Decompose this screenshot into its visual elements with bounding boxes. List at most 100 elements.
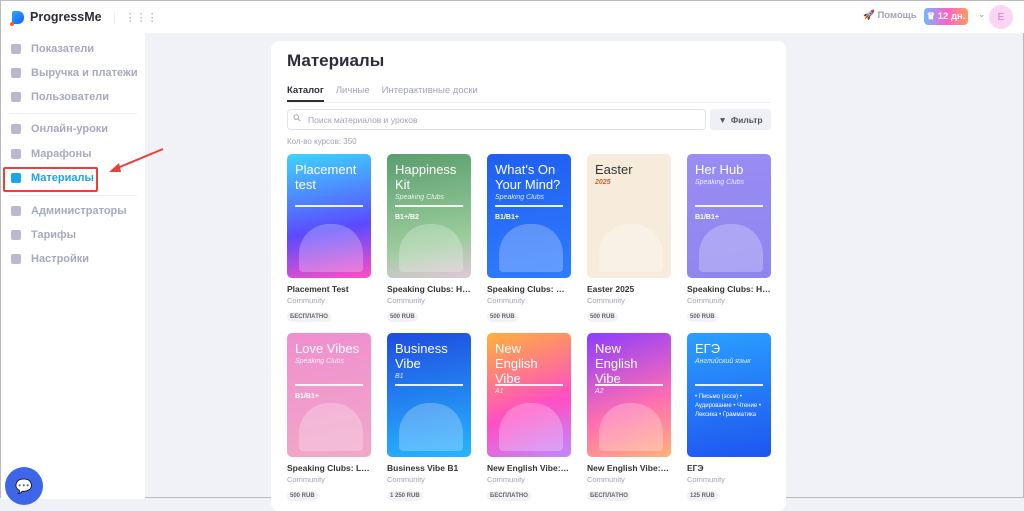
- cover-illustration: [299, 224, 363, 272]
- divider: [9, 113, 137, 114]
- sidebar-item[interactable]: Администраторы: [1, 201, 127, 221]
- sidebar-icon: [11, 206, 21, 216]
- material-card[interactable]: Love Vibes Speaking Clubs B1/B1+ Speakin…: [287, 333, 371, 502]
- card-title[interactable]: Speaking Clubs: Hap...: [387, 284, 471, 294]
- card-author: Community: [387, 296, 425, 305]
- divider: [595, 384, 663, 386]
- divider: [395, 384, 463, 386]
- sidebar-item[interactable]: Тарифы: [1, 225, 76, 245]
- card-cover[interactable]: Happiness Kit Speaking Clubs B1+/B2: [387, 154, 471, 278]
- cover-illustration: [599, 403, 663, 451]
- card-author: Community: [487, 475, 525, 484]
- price-badge: БЕСПЛАТНО: [287, 312, 331, 322]
- price-badge: 1 250 RUB: [387, 491, 423, 501]
- divider: [287, 102, 770, 103]
- divider: [695, 205, 763, 207]
- material-card[interactable]: Easter 2025 Easter 2025 Community 500 RU…: [587, 154, 671, 323]
- sidebar-icon: [11, 254, 21, 264]
- card-title[interactable]: New English Vibe: A2: [587, 463, 671, 473]
- card-author: Community: [687, 296, 725, 305]
- price-badge: БЕСПЛАТНО: [487, 491, 531, 501]
- card-author: Community: [687, 475, 725, 484]
- sidebar-item[interactable]: Онлайн-уроки: [1, 119, 108, 139]
- sidebar-icon: [11, 230, 21, 240]
- filter-button[interactable]: ▼ Фильтр: [710, 109, 771, 130]
- sidebar-icon: [11, 149, 21, 159]
- material-card[interactable]: New English Vibe A2 New English Vibe: A2…: [587, 333, 671, 502]
- sidebar-item[interactable]: Марафоны: [1, 144, 92, 164]
- trial-badge[interactable]: ♛ 12 дн.: [924, 8, 968, 25]
- card-title[interactable]: Speaking Clubs: Lov...: [287, 463, 371, 473]
- card-cover[interactable]: ЕГЭ Английский язык • Письмо (эссе) • Ау…: [687, 333, 771, 457]
- materials-panel: Материалы Каталог Личные Интерактивные д…: [271, 41, 786, 511]
- card-cover[interactable]: Her Hub Speaking Clubs B1/B1+: [687, 154, 771, 278]
- material-card[interactable]: ЕГЭ Английский язык • Письмо (эссе) • Ау…: [687, 333, 771, 502]
- sidebar-item[interactable]: Настройки: [1, 249, 89, 269]
- material-card[interactable]: New English Vibe A1 New English Vibe: A1…: [487, 333, 571, 502]
- tab-boards[interactable]: Интерактивные доски: [382, 85, 478, 102]
- card-title[interactable]: Speaking Clubs: Her...: [687, 284, 771, 294]
- divider: [395, 205, 463, 207]
- filter-icon: ▼: [718, 114, 727, 125]
- material-card[interactable]: Her Hub Speaking Clubs B1/B1+ Speaking C…: [687, 154, 771, 323]
- cover-illustration: [699, 224, 763, 272]
- card-author: Community: [587, 475, 625, 484]
- card-cover[interactable]: New English Vibe A2: [587, 333, 671, 457]
- chat-button[interactable]: 💬: [5, 467, 43, 505]
- material-card[interactable]: Business Vibe B1 Business Vibe B1 Commun…: [387, 333, 471, 502]
- logo[interactable]: ProgressMe: [10, 10, 102, 26]
- logo-icon: [10, 10, 24, 26]
- card-title[interactable]: Easter 2025: [587, 284, 671, 294]
- material-card[interactable]: Placement test Placement Test Community …: [287, 154, 371, 323]
- tab-personal[interactable]: Личные: [336, 85, 370, 102]
- cover-illustration: [499, 224, 563, 272]
- card-title[interactable]: Speaking Clubs: Wh...: [487, 284, 571, 294]
- card-cover[interactable]: Business Vibe B1: [387, 333, 471, 457]
- divider: [295, 205, 363, 207]
- cover-illustration: [599, 224, 663, 272]
- price-badge: 500 RUB: [687, 312, 718, 322]
- price-badge: 500 RUB: [487, 312, 518, 322]
- card-cover[interactable]: Love Vibes Speaking Clubs B1/B1+: [287, 333, 371, 457]
- price-badge: 500 RUB: [287, 491, 318, 501]
- price-badge: 500 RUB: [387, 312, 418, 322]
- sidebar-icon: [11, 68, 21, 78]
- cover-illustration: [499, 403, 563, 451]
- apps-grid-icon[interactable]: ⋮⋮⋮: [113, 10, 158, 24]
- card-author: Community: [487, 296, 525, 305]
- page-title: Материалы: [287, 51, 385, 70]
- card-author: Community: [587, 296, 625, 305]
- card-cover[interactable]: New English Vibe A1: [487, 333, 571, 457]
- card-cover[interactable]: Placement test: [287, 154, 371, 278]
- sidebar-item[interactable]: Показатели: [1, 39, 94, 59]
- help-link[interactable]: 🚀 Помощь: [863, 10, 917, 21]
- chevron-down-icon[interactable]: ⌄: [978, 9, 986, 20]
- card-author: Community: [387, 475, 425, 484]
- price-badge: БЕСПЛАТНО: [587, 491, 631, 501]
- card-title[interactable]: ЕГЭ: [687, 463, 771, 473]
- material-card[interactable]: What's On Your Mind? Speaking Clubs B1/B…: [487, 154, 571, 323]
- card-title[interactable]: New English Vibe: A1: [487, 463, 571, 473]
- highlight-box: [3, 167, 98, 192]
- cover-illustration: [299, 403, 363, 451]
- search-input[interactable]: Поиск материалов и уроков: [287, 109, 706, 130]
- card-cover[interactable]: Easter 2025: [587, 154, 671, 278]
- card-cover[interactable]: What's On Your Mind? Speaking Clubs B1/B…: [487, 154, 571, 278]
- material-card[interactable]: Happiness Kit Speaking Clubs B1+/B2 Spea…: [387, 154, 471, 323]
- card-author: Community: [287, 296, 325, 305]
- sidebar-icon: [11, 44, 21, 54]
- avatar[interactable]: E: [989, 5, 1013, 29]
- sidebar-item[interactable]: Выручка и платежи: [1, 63, 138, 83]
- divider: [9, 195, 137, 196]
- price-badge: 125 RUB: [687, 491, 718, 501]
- card-title[interactable]: Placement Test: [287, 284, 371, 294]
- arrow-annotation: [109, 148, 164, 172]
- divider: [695, 384, 763, 386]
- card-author: Community: [287, 475, 325, 484]
- card-title[interactable]: Business Vibe B1: [387, 463, 471, 473]
- tab-catalog[interactable]: Каталог: [287, 85, 324, 102]
- price-badge: 500 RUB: [587, 312, 618, 322]
- course-count: Кол-во курсов: 350: [287, 137, 357, 146]
- sidebar-item[interactable]: Пользователи: [1, 87, 109, 107]
- divider: [495, 205, 563, 207]
